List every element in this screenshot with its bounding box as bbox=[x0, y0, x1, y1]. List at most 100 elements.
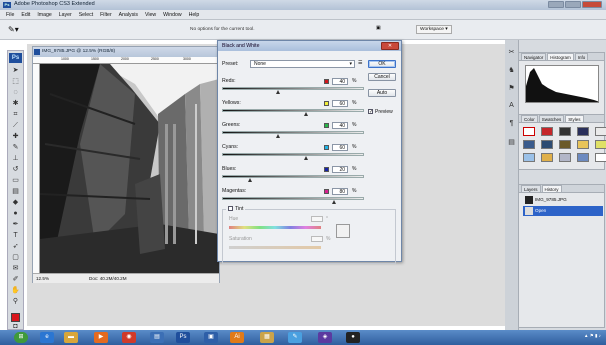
illustrator-icon[interactable]: Ai bbox=[230, 332, 244, 343]
actions-icon[interactable]: ▤ bbox=[507, 138, 517, 148]
menu-analysis[interactable]: Analysis bbox=[119, 12, 138, 18]
ie-icon[interactable]: e bbox=[40, 332, 54, 343]
slider-value-input[interactable]: 20 bbox=[332, 166, 348, 173]
system-tray[interactable]: ▲ ⚑ ▮ ♪ bbox=[584, 333, 601, 339]
character-icon[interactable]: A bbox=[507, 102, 517, 112]
zoom-tool-icon[interactable]: ⚲ bbox=[9, 297, 22, 307]
menu-file[interactable]: File bbox=[6, 12, 14, 18]
healing-tool-icon[interactable]: ✚ bbox=[9, 132, 22, 142]
hue-value-input[interactable] bbox=[311, 216, 323, 222]
tab-styles[interactable]: Styles bbox=[565, 115, 584, 122]
style-swatch[interactable] bbox=[595, 153, 606, 162]
style-swatch[interactable] bbox=[577, 127, 589, 136]
marquee-tool-icon[interactable]: ⬚ bbox=[9, 77, 22, 87]
slider-value-input[interactable]: 60 bbox=[332, 144, 348, 151]
style-swatch[interactable] bbox=[523, 153, 535, 162]
document-title[interactable]: IMG_9785.JPG @ 12.5% (RGB/8) bbox=[33, 47, 219, 57]
type-tool-icon[interactable]: T bbox=[9, 231, 22, 241]
history-snapshot[interactable]: IMG_9785.JPG bbox=[523, 195, 603, 205]
close-button[interactable] bbox=[582, 1, 602, 8]
slider-track[interactable] bbox=[222, 109, 364, 112]
tab-history[interactable]: History bbox=[541, 185, 562, 192]
media-icon[interactable]: ▶ bbox=[94, 332, 108, 343]
folder-icon[interactable]: ▬ bbox=[64, 332, 78, 343]
minimize-button[interactable] bbox=[548, 1, 564, 8]
slider-thumb[interactable] bbox=[332, 200, 336, 204]
shape-tool-icon[interactable]: ▢ bbox=[9, 253, 22, 263]
archive-icon[interactable]: ▦ bbox=[260, 332, 274, 343]
slider-value-input[interactable]: 40 bbox=[332, 122, 348, 129]
slider-thumb[interactable] bbox=[276, 134, 280, 138]
menu-image[interactable]: Image bbox=[37, 12, 51, 18]
style-swatch[interactable] bbox=[577, 140, 589, 149]
preview-checkbox[interactable]: ✓ Preview bbox=[368, 109, 393, 115]
tint-color-picker[interactable] bbox=[336, 224, 350, 238]
window-icon[interactable]: ▣ bbox=[204, 332, 218, 343]
style-swatch[interactable] bbox=[559, 140, 571, 149]
style-swatch[interactable] bbox=[577, 153, 589, 162]
tab-layers[interactable]: Layers bbox=[521, 185, 541, 192]
app-icon[interactable]: ● bbox=[346, 332, 360, 343]
style-swatch[interactable] bbox=[523, 140, 535, 149]
style-swatch[interactable] bbox=[595, 127, 606, 136]
brushes-icon[interactable]: ♞ bbox=[507, 66, 517, 76]
slider-thumb[interactable] bbox=[248, 178, 252, 182]
gradient-tool-icon[interactable]: ▤ bbox=[9, 187, 22, 197]
brush-tool-icon[interactable]: ✎ bbox=[9, 143, 22, 153]
slice-tool-icon[interactable]: ⟋ bbox=[9, 121, 22, 131]
brush-tool-icon[interactable]: ✎▾ bbox=[8, 25, 22, 35]
paint-icon[interactable]: ✎ bbox=[288, 332, 302, 343]
eyedropper-icon[interactable]: ✐ bbox=[9, 275, 22, 285]
pen-tool-icon[interactable]: ✒ bbox=[9, 220, 22, 230]
image-canvas[interactable] bbox=[40, 64, 219, 273]
slider-value-input[interactable]: 40 bbox=[332, 78, 348, 85]
slider-thumb[interactable] bbox=[304, 156, 308, 160]
auto-button[interactable]: Auto bbox=[368, 89, 396, 97]
slider-value-input[interactable]: 80 bbox=[332, 188, 348, 195]
slider-track[interactable] bbox=[222, 131, 364, 134]
paragraph-icon[interactable]: ¶ bbox=[507, 120, 517, 130]
magic-wand-icon[interactable]: ✱ bbox=[9, 99, 22, 109]
tab-swatches[interactable]: Swatches bbox=[538, 115, 565, 122]
photoshop-taskbar-icon[interactable]: Ps bbox=[176, 332, 190, 343]
slider-thumb[interactable] bbox=[276, 90, 280, 94]
chrome-icon[interactable]: ◉ bbox=[122, 332, 136, 343]
workspace-menu[interactable]: Workspace ▾ bbox=[416, 25, 452, 34]
tab-histogram[interactable]: Histogram bbox=[547, 53, 574, 60]
workspace-icon[interactable]: ▣ bbox=[376, 26, 381, 31]
menu-edit[interactable]: Edit bbox=[21, 12, 30, 18]
slider-value-input[interactable]: 60 bbox=[332, 100, 348, 107]
style-swatch[interactable] bbox=[595, 140, 606, 149]
style-swatch[interactable] bbox=[541, 140, 553, 149]
slider-track[interactable] bbox=[222, 197, 364, 200]
menu-layer[interactable]: Layer bbox=[59, 12, 72, 18]
ok-button[interactable]: OK bbox=[368, 60, 396, 68]
saturation-value-input[interactable] bbox=[311, 236, 323, 242]
dodge-tool-icon[interactable]: ● bbox=[9, 209, 22, 219]
eraser-tool-icon[interactable]: ▭ bbox=[9, 176, 22, 186]
style-swatch[interactable] bbox=[541, 127, 553, 136]
menu-help[interactable]: Help bbox=[189, 12, 200, 18]
maximize-button[interactable] bbox=[565, 1, 581, 8]
style-swatch[interactable] bbox=[541, 153, 553, 162]
start-button[interactable]: ⊞ bbox=[14, 332, 28, 343]
studio-icon[interactable]: ◈ bbox=[318, 332, 332, 343]
move-tool-icon[interactable]: ➤ bbox=[9, 66, 22, 76]
menu-filter[interactable]: Filter bbox=[100, 12, 112, 18]
history-brush-icon[interactable]: ↺ bbox=[9, 165, 22, 175]
saturation-track[interactable] bbox=[229, 246, 321, 249]
dialog-close-button[interactable]: ✕ bbox=[381, 42, 399, 50]
hue-track[interactable] bbox=[229, 226, 321, 229]
notes-tool-icon[interactable]: ✉ bbox=[9, 264, 22, 274]
tint-checkbox[interactable]: Tint bbox=[226, 206, 246, 212]
tools-icon[interactable]: ✂ bbox=[507, 48, 517, 58]
slider-track[interactable] bbox=[222, 175, 364, 178]
cancel-button[interactable]: Cancel bbox=[368, 73, 396, 81]
document-size[interactable]: Doc: 40.2M/40.2M bbox=[89, 274, 127, 284]
history-state-open[interactable]: Open bbox=[523, 206, 603, 216]
hand-tool-icon[interactable]: ✋ bbox=[9, 286, 22, 296]
preset-select[interactable]: None ▾ bbox=[250, 60, 355, 68]
clone-source-icon[interactable]: ⚑ bbox=[507, 84, 517, 94]
slider-thumb[interactable] bbox=[304, 112, 308, 116]
tab-color[interactable]: Color bbox=[521, 115, 538, 122]
